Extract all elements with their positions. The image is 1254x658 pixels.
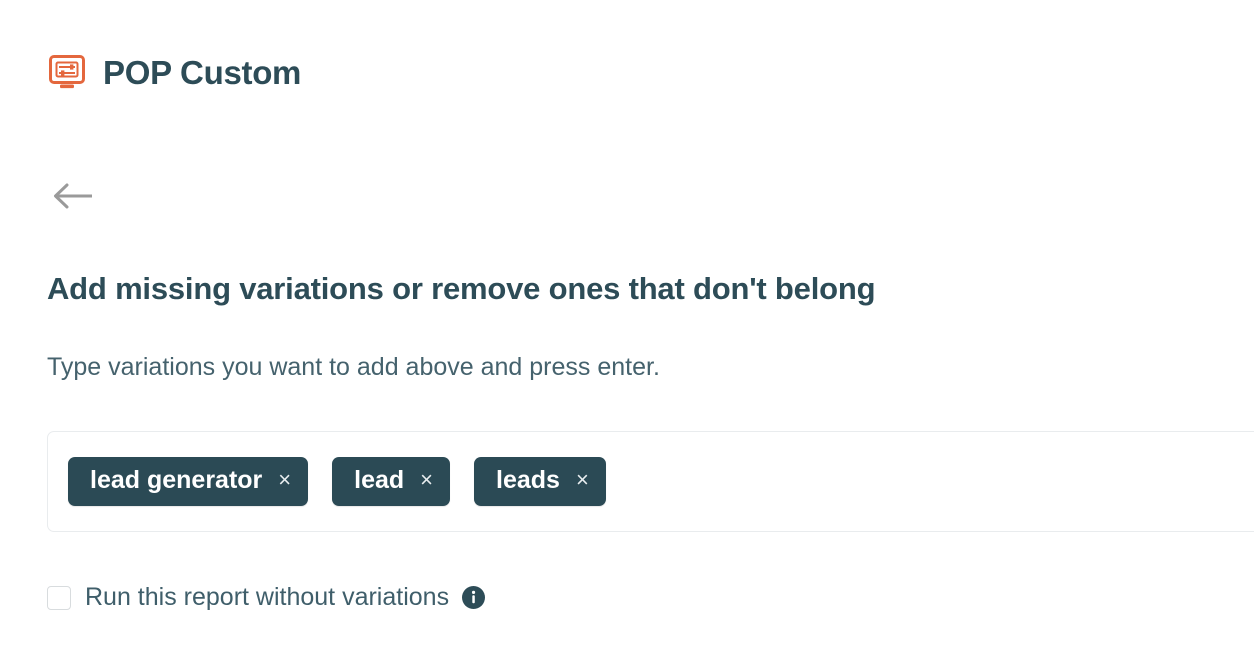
info-icon[interactable] bbox=[462, 586, 486, 609]
variation-tag[interactable]: leads × bbox=[474, 457, 606, 506]
section-subtitle: Type variations you want to add above an… bbox=[47, 353, 660, 381]
run-without-variations-checkbox[interactable] bbox=[47, 585, 71, 610]
close-icon[interactable]: × bbox=[420, 469, 433, 492]
close-icon[interactable]: × bbox=[278, 469, 291, 492]
variation-tag-list: lead generator × lead × leads × bbox=[68, 457, 606, 506]
run-without-variations-label: Run this report without variations bbox=[85, 583, 450, 611]
arrow-left-icon bbox=[54, 183, 92, 209]
variations-tag-input[interactable]: lead generator × lead × leads × bbox=[47, 431, 1254, 532]
variation-tag-label: lead bbox=[354, 466, 405, 494]
app-title: POP Custom bbox=[103, 53, 302, 91]
variation-tag[interactable]: lead generator × bbox=[68, 457, 309, 506]
back-button[interactable] bbox=[50, 178, 96, 214]
page-root: POP Custom Add missing variations or rem… bbox=[0, 0, 1254, 658]
close-icon[interactable]: × bbox=[576, 469, 589, 492]
variation-tag-label: lead generator bbox=[90, 466, 263, 494]
variation-tag[interactable]: lead × bbox=[332, 457, 451, 506]
app-header: POP Custom bbox=[47, 52, 301, 92]
monitor-sliders-icon bbox=[47, 52, 87, 92]
variation-tag-label: leads bbox=[496, 466, 560, 494]
run-without-variations-row: Run this report without variations bbox=[47, 583, 486, 611]
section-heading: Add missing variations or remove ones th… bbox=[47, 271, 876, 306]
